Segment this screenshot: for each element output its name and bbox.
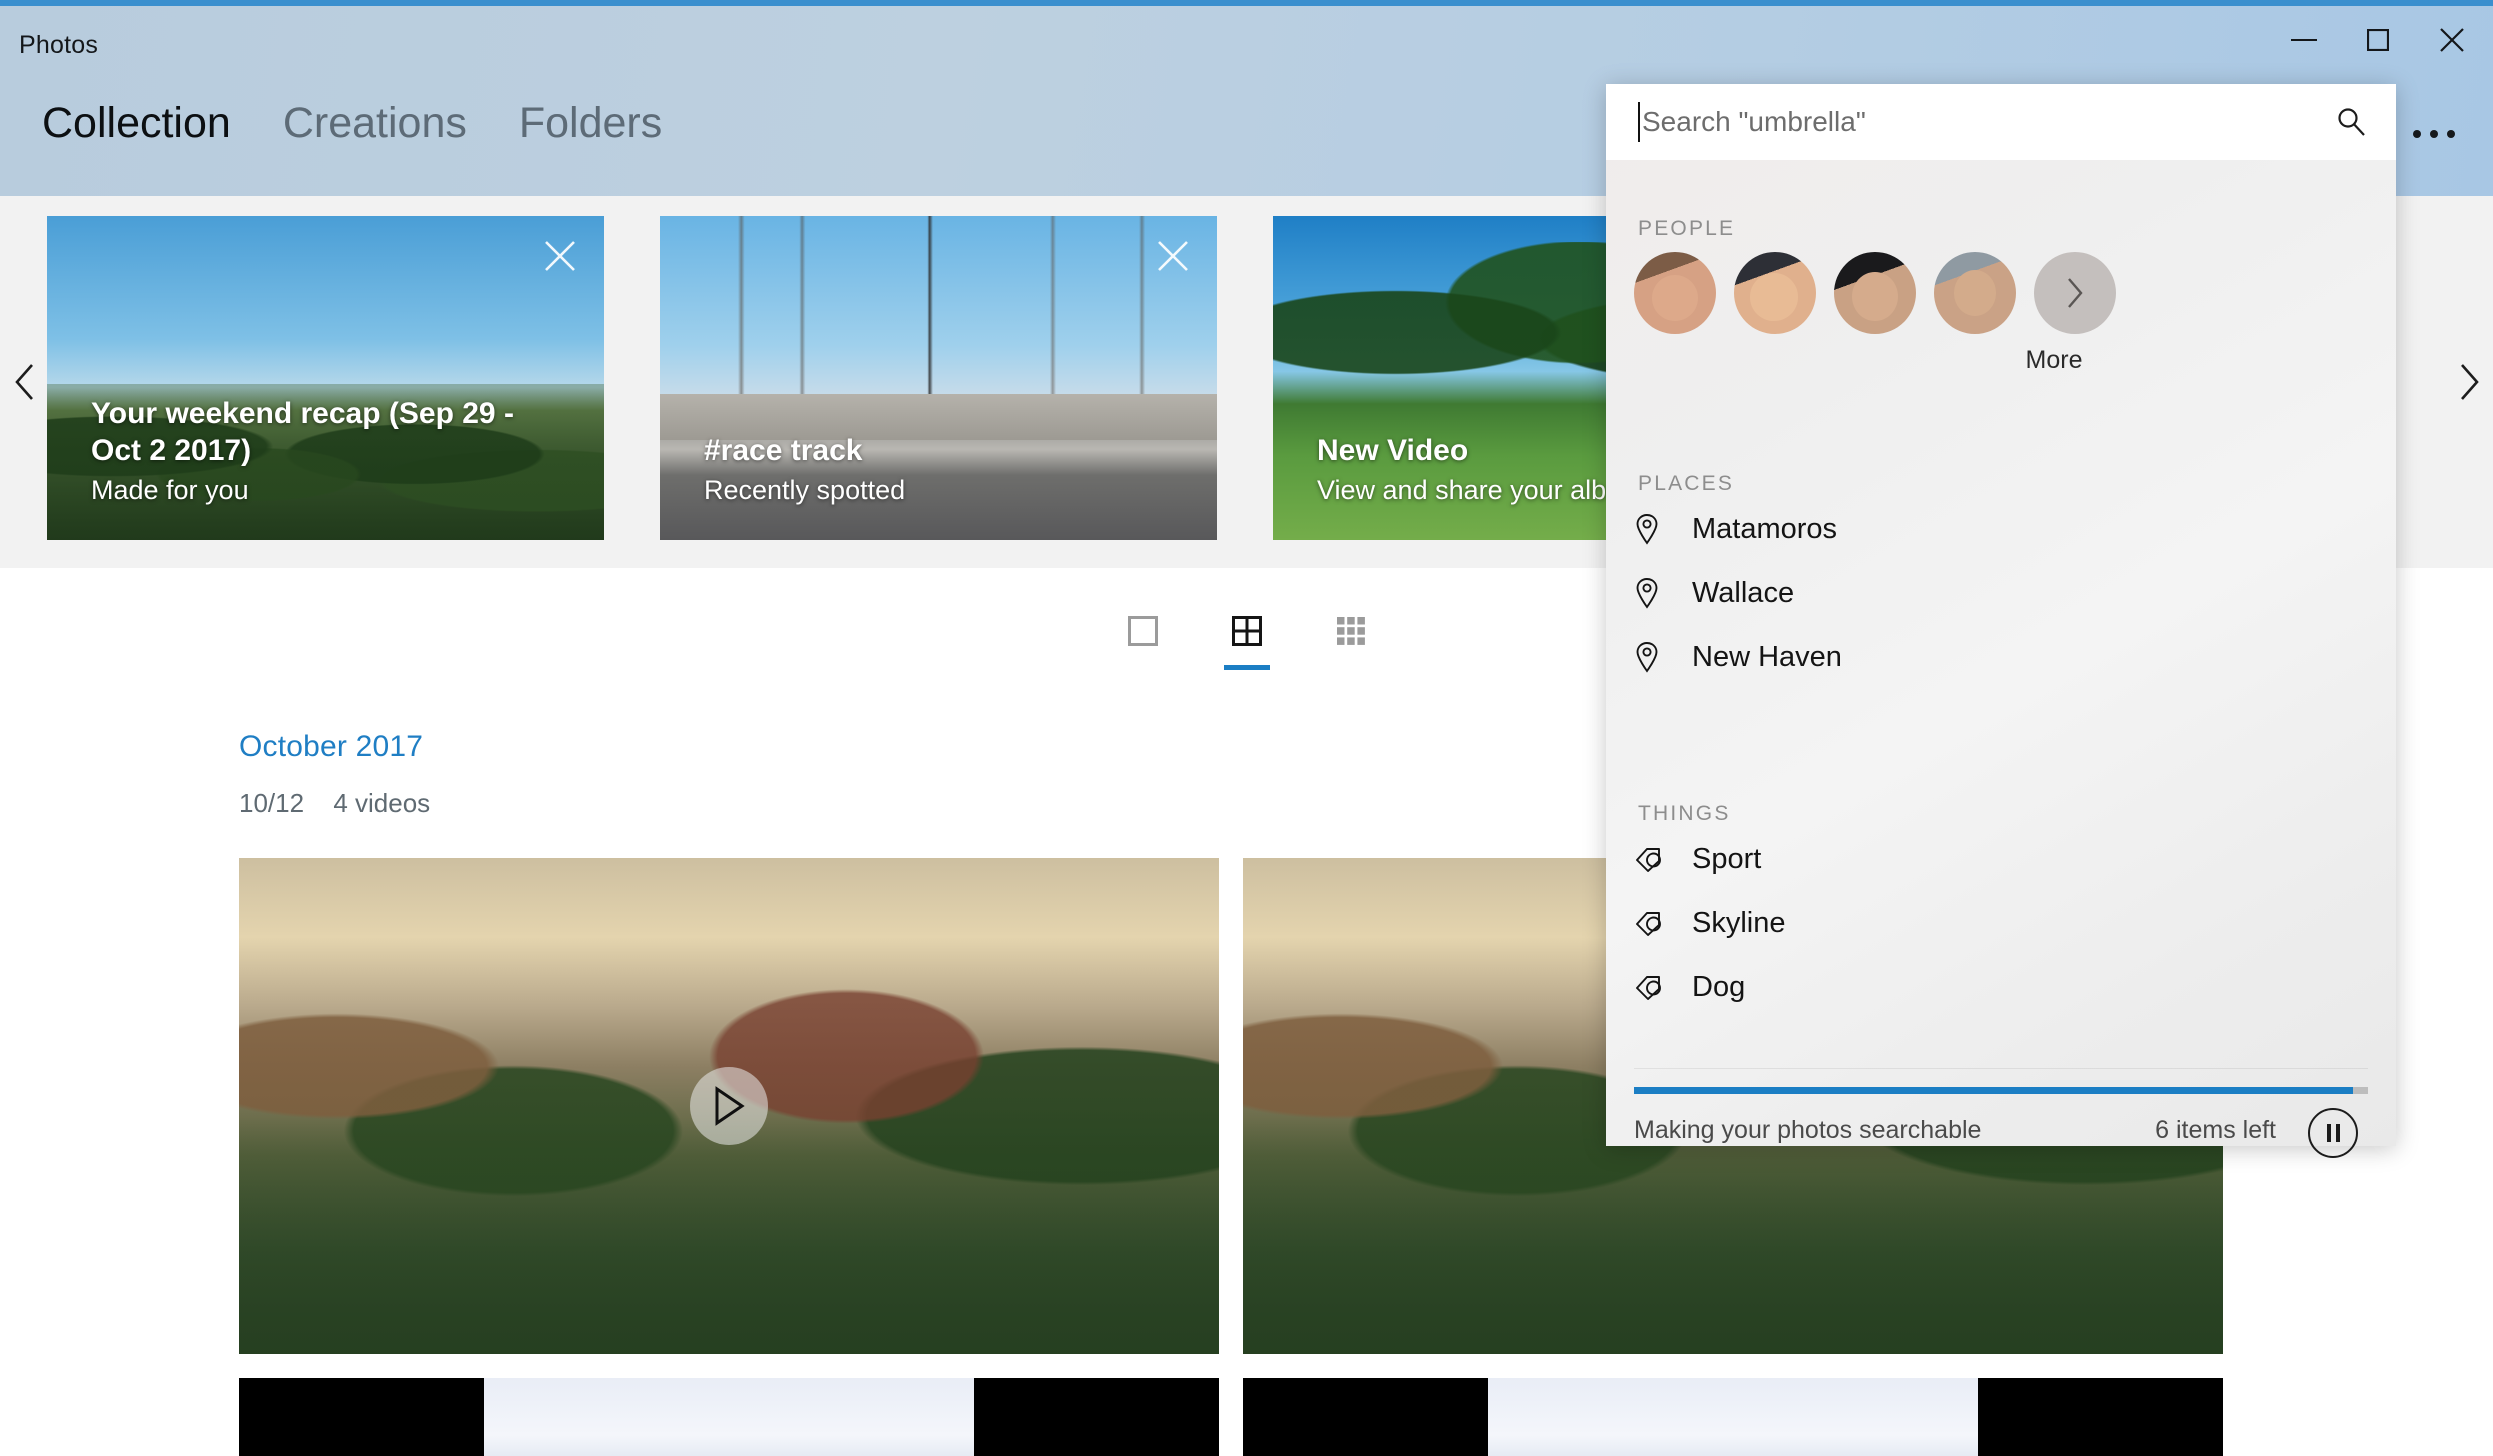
carousel-next-button[interactable] [2445,196,2493,568]
dot-3-icon [2447,130,2455,138]
avatar[interactable] [1934,252,2016,334]
card-caption: Your weekend recap (Sep 29 - Oct 2 2017)… [91,396,568,506]
hero-card-race-track[interactable]: #race track Recently spotted [660,216,1217,540]
pause-bar-left-icon [2326,1124,2331,1142]
text-caret [1638,102,1640,142]
tag-icon [1634,844,1682,874]
search-icon[interactable] [2334,84,2368,160]
thing-item-sport[interactable]: Sport [1634,830,2374,888]
avatar[interactable] [1834,252,1916,334]
map-pin-icon [1634,641,1682,673]
tag-icon [1634,972,1682,1002]
photo-thumbnail[interactable] [239,1378,1219,1456]
search-flyout: Search "umbrella" PEOPLE More PLACES Mat… [1606,84,2396,1158]
card-title: #race track [704,434,863,468]
pause-bar-right-icon [2335,1124,2340,1142]
card-subtitle: Made for you [91,474,249,505]
search-box[interactable]: Search "umbrella" [1606,84,2396,160]
pause-indexing-button[interactable] [2308,1108,2358,1158]
carousel-prev-button[interactable] [0,196,48,568]
hero-card-weekend-recap[interactable]: Your weekend recap (Sep 29 - Oct 2 2017)… [47,216,604,540]
dot-2-icon [2430,130,2438,138]
zoom-medium-grid-button[interactable] [1216,600,1278,670]
place-label: Matamoros [1692,512,1838,545]
avatar[interactable] [1734,252,1816,334]
people-section-heading: PEOPLE [1638,217,1736,240]
dismiss-card-button[interactable] [1153,236,1193,276]
place-label: New Haven [1692,640,1842,673]
minimize-button[interactable] [2267,12,2341,68]
zoom-selected-indicator [1223,665,1270,670]
places-section-heading: PLACES [1638,472,1735,495]
main-tabs: Collection Creations Folders [42,102,662,149]
maximize-button[interactable] [2341,12,2415,68]
indexing-status-label: Making your photos searchable [1634,1116,1982,1144]
month-count: 4 videos [333,788,431,818]
footer-divider [1634,1068,2368,1069]
things-section-heading: THINGS [1638,802,1731,825]
thumbnail-image [1488,1378,1978,1456]
tab-collection[interactable]: Collection [42,102,231,149]
map-pin-icon [1634,513,1682,545]
indexing-progress-bar [1634,1087,2368,1094]
month-date: 10/12 [239,788,305,818]
map-pin-icon [1634,577,1682,609]
avatar[interactable] [1634,252,1716,334]
indexing-progress-fill [1634,1087,2354,1094]
place-item-wallace[interactable]: Wallace [1634,564,2374,622]
video-thumbnail[interactable] [239,858,1219,1354]
search-input[interactable]: Search "umbrella" [1642,84,1866,160]
people-more-label: More [2025,346,2083,374]
month-heading[interactable]: October 2017 [239,730,423,764]
dot-1-icon [2413,130,2421,138]
card-title: Your weekend recap (Sep 29 - Oct 2 2017) [91,397,514,468]
app-title: Photos [19,31,99,59]
dismiss-card-button[interactable] [540,236,580,276]
indexing-items-left: 6 items left [2155,1116,2276,1144]
thing-item-dog[interactable]: Dog [1634,958,2374,1016]
thing-item-skyline[interactable]: Skyline [1634,894,2374,952]
place-label: Wallace [1692,576,1795,609]
card-subtitle: Recently spotted [704,474,906,505]
thumbnail-image [484,1378,974,1456]
tag-icon [1634,908,1682,938]
tab-folders[interactable]: Folders [519,102,662,149]
card-caption: #race track Recently spotted [704,433,1181,506]
thing-label: Skyline [1692,906,1786,939]
place-item-matamoros[interactable]: Matamoros [1634,500,2374,558]
close-button[interactable] [2415,12,2489,68]
photos-app-window: Photos Collection Creations Folders Your… [0,0,2493,1456]
thing-label: Dog [1692,970,1746,1003]
more-options-button[interactable] [2401,106,2467,162]
photo-thumbnail[interactable] [1243,1378,2223,1456]
month-meta: 10/12 4 videos [239,788,452,819]
zoom-single-view-button[interactable] [1112,600,1174,662]
tab-creations[interactable]: Creations [283,102,467,149]
place-item-new-haven[interactable]: New Haven [1634,628,2374,686]
zoom-small-grid-button[interactable] [1320,600,1382,662]
play-button[interactable] [690,1067,768,1145]
thing-label: Sport [1692,842,1762,875]
people-more-button[interactable] [2034,252,2116,334]
people-avatars [1634,252,2116,334]
